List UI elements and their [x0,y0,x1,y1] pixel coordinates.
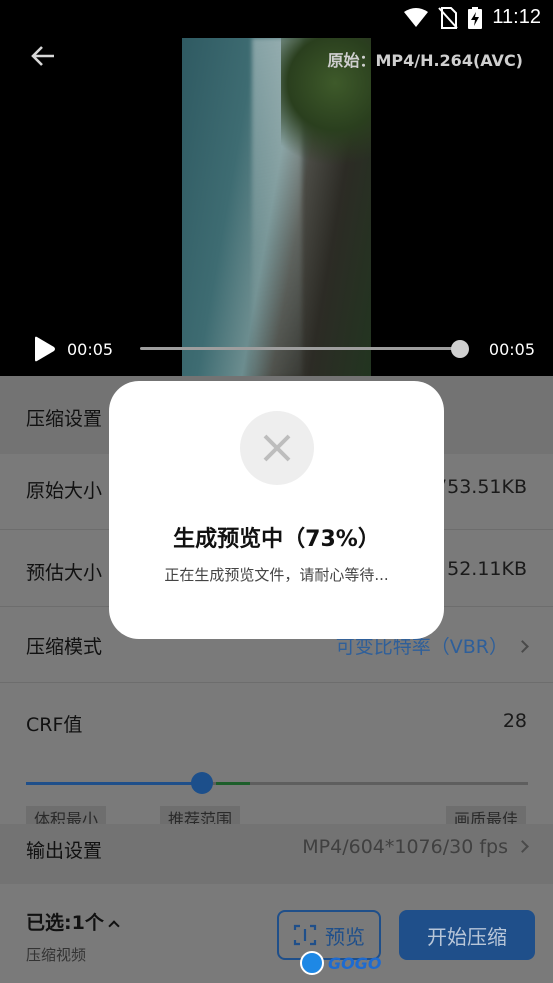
start-compress-button[interactable]: 开始压缩 [399,910,535,960]
preview-button-label: 预览 [325,924,365,949]
tick-best-quality: 画质最佳 [446,806,527,824]
dialog-message: 正在生成预览文件，请耐心等待... [164,566,389,584]
chevron-up-icon [108,920,120,932]
compress-settings-title: 压缩设置 [26,408,103,430]
crf-slider[interactable] [26,768,528,798]
preview-frame-icon [293,924,317,946]
crf-label: CRF值 [26,714,83,736]
close-icon [263,434,291,462]
compress-mode-label: 压缩模式 [26,636,103,658]
wifi-icon [404,7,429,27]
bottom-bar: 已选:1个 压缩视频 预览 开始压缩 GOGO [0,884,553,983]
selected-count[interactable]: 已选:1个 [26,908,120,935]
original-size-label: 原始大小 [26,480,103,502]
no-sim-icon [438,6,459,29]
estimated-size-value: 52.11KB [447,558,527,580]
compress-video-label: 压缩视频 [26,946,87,964]
current-time: 00:05 [67,340,114,359]
playback-controls: 00:05 00:05 [0,330,553,370]
output-settings-label: 输出设置 [26,840,103,862]
seek-thumb[interactable] [451,340,469,358]
seek-bar[interactable] [140,347,460,350]
watermark-logo: GOGO [300,950,381,976]
original-format-label: 原始：MP4/H.264(AVC) [327,51,523,70]
output-settings-value: MP4/604*1076/30 fps [302,836,529,858]
video-frame [182,38,371,376]
estimated-size-label: 预估大小 [26,562,103,584]
watermark-text: GOGO [328,953,382,973]
battery-charging-icon [468,6,483,29]
original-size-value: 753.51KB [435,476,527,498]
close-button[interactable] [240,411,314,485]
crf-value: 28 [502,710,527,732]
crf-slider-thumb[interactable] [191,772,213,794]
back-arrow-icon[interactable] [28,40,60,72]
status-bar: 11:12 [0,0,553,38]
output-settings-row[interactable]: 输出设置 MP4/604*1076/30 fps [0,824,553,884]
chevron-right-icon [516,640,529,653]
preview-progress-dialog: 生成预览中（73%） 正在生成预览文件，请耐心等待... [109,381,444,639]
total-time: 00:05 [488,340,535,359]
dialog-title: 生成预览中（73%） [173,527,380,552]
start-compress-label: 开始压缩 [427,924,507,949]
chevron-right-icon [516,840,529,853]
video-player[interactable]: 11:12 原始：MP4/H.264(AVC) 00:05 00:05 [0,0,553,376]
crf-range-labels: 体积最小 推荐范围 画质最佳 [0,798,553,824]
play-icon[interactable] [32,336,56,362]
clock: 11:12 [492,6,541,28]
tick-recommended: 推荐范围 [160,806,241,824]
tick-min-size: 体积最小 [26,806,107,824]
